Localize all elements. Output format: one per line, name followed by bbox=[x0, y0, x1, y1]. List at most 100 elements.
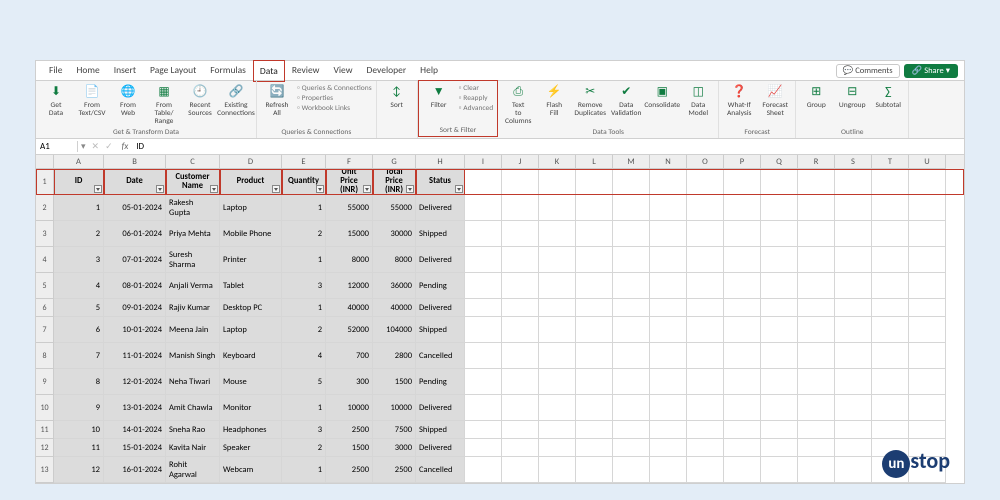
ribbon-properties[interactable]: ▫Properties bbox=[297, 94, 372, 103]
empty-cell[interactable] bbox=[465, 369, 502, 395]
empty-cell[interactable] bbox=[539, 369, 576, 395]
ribbon-from-table-range[interactable]: ▦FromTable/ Range bbox=[148, 84, 180, 126]
table-cell[interactable]: Manish Singh bbox=[166, 343, 220, 369]
empty-cell[interactable] bbox=[465, 195, 502, 221]
table-cell[interactable]: 55000 bbox=[326, 195, 373, 221]
row-header-10[interactable]: 10 bbox=[36, 395, 54, 421]
menu-data[interactable]: Data bbox=[253, 60, 285, 82]
table-cell[interactable]: Cancelled bbox=[416, 457, 465, 483]
table-cell[interactable]: 300 bbox=[326, 369, 373, 395]
empty-cell[interactable] bbox=[798, 195, 835, 221]
empty-cell[interactable] bbox=[613, 369, 650, 395]
empty-cell[interactable] bbox=[650, 195, 687, 221]
table-header-date[interactable]: Date bbox=[104, 169, 166, 195]
comments-button[interactable]: 💬 Comments bbox=[836, 64, 900, 78]
ribbon-workbook-links[interactable]: ▫Workbook Links bbox=[297, 104, 372, 113]
table-cell[interactable]: 3 bbox=[282, 273, 326, 299]
table-cell[interactable]: Anjali Verma bbox=[166, 273, 220, 299]
table-cell[interactable]: 8000 bbox=[373, 247, 416, 273]
filter-dropdown-icon[interactable] bbox=[94, 185, 102, 193]
col-header-S[interactable]: S bbox=[835, 155, 872, 169]
empty-cell[interactable] bbox=[687, 369, 724, 395]
empty-cell[interactable] bbox=[576, 395, 613, 421]
table-cell[interactable]: Delivered bbox=[416, 439, 465, 457]
empty-cell[interactable] bbox=[576, 299, 613, 317]
empty-cell[interactable] bbox=[650, 273, 687, 299]
table-cell[interactable]: Webcam bbox=[220, 457, 282, 483]
empty-cell[interactable] bbox=[576, 317, 613, 343]
empty-cell[interactable] bbox=[724, 317, 761, 343]
empty-cell[interactable] bbox=[761, 439, 798, 457]
empty-cell[interactable] bbox=[835, 195, 872, 221]
empty-cell[interactable] bbox=[872, 343, 909, 369]
col-header-C[interactable]: C bbox=[166, 155, 220, 169]
row-header-7[interactable]: 7 bbox=[36, 317, 54, 343]
col-header-K[interactable]: K bbox=[539, 155, 576, 169]
table-cell[interactable]: Rajiv Kumar bbox=[166, 299, 220, 317]
table-cell[interactable]: 1 bbox=[282, 299, 326, 317]
share-button[interactable]: 🔗 Share ▾ bbox=[904, 64, 958, 78]
menu-home[interactable]: Home bbox=[69, 60, 106, 82]
table-cell[interactable]: Rohit Agarwal bbox=[166, 457, 220, 483]
row-header-1[interactable]: 1 bbox=[36, 169, 54, 195]
empty-cell[interactable] bbox=[872, 195, 909, 221]
empty-cell[interactable] bbox=[465, 317, 502, 343]
ribbon-from-text-csv[interactable]: 📄FromText/CSV bbox=[76, 84, 108, 118]
empty-cell[interactable] bbox=[613, 395, 650, 421]
empty-cell[interactable] bbox=[539, 317, 576, 343]
empty-cell[interactable] bbox=[835, 299, 872, 317]
empty-cell[interactable] bbox=[465, 169, 502, 195]
table-cell[interactable]: 3000 bbox=[373, 439, 416, 457]
empty-cell[interactable] bbox=[835, 421, 872, 439]
table-cell[interactable]: 15000 bbox=[326, 221, 373, 247]
empty-cell[interactable] bbox=[650, 221, 687, 247]
table-cell[interactable]: 2 bbox=[282, 439, 326, 457]
table-cell[interactable]: 08-01-2024 bbox=[104, 273, 166, 299]
empty-cell[interactable] bbox=[539, 421, 576, 439]
empty-cell[interactable] bbox=[909, 221, 946, 247]
table-cell[interactable]: 4 bbox=[282, 343, 326, 369]
table-cell[interactable]: 52000 bbox=[326, 317, 373, 343]
ribbon-filter[interactable]: ▼Filter bbox=[423, 84, 455, 110]
empty-cell[interactable] bbox=[613, 169, 650, 195]
ribbon-queries-connections[interactable]: ▫Queries & Connections bbox=[297, 84, 372, 93]
table-cell[interactable]: Delivered bbox=[416, 395, 465, 421]
empty-cell[interactable] bbox=[650, 369, 687, 395]
table-cell[interactable]: 9 bbox=[54, 395, 104, 421]
empty-cell[interactable] bbox=[502, 369, 539, 395]
empty-cell[interactable] bbox=[465, 299, 502, 317]
ribbon-group[interactable]: ⊞Group bbox=[800, 84, 832, 110]
empty-cell[interactable] bbox=[576, 273, 613, 299]
empty-cell[interactable] bbox=[909, 273, 946, 299]
table-cell[interactable]: Delivered bbox=[416, 247, 465, 273]
table-cell[interactable]: Kavita Nair bbox=[166, 439, 220, 457]
empty-cell[interactable] bbox=[798, 169, 835, 195]
table-cell[interactable]: 11-01-2024 bbox=[104, 343, 166, 369]
empty-cell[interactable] bbox=[761, 247, 798, 273]
empty-cell[interactable] bbox=[835, 439, 872, 457]
table-cell[interactable]: Mobile Phone bbox=[220, 221, 282, 247]
empty-cell[interactable] bbox=[872, 369, 909, 395]
row-header-4[interactable]: 4 bbox=[36, 247, 54, 273]
empty-cell[interactable] bbox=[539, 439, 576, 457]
table-cell[interactable]: Shipped bbox=[416, 221, 465, 247]
empty-cell[interactable] bbox=[687, 457, 724, 483]
empty-cell[interactable] bbox=[761, 369, 798, 395]
table-cell[interactable]: 1500 bbox=[373, 369, 416, 395]
table-cell[interactable]: 12000 bbox=[326, 273, 373, 299]
table-header-product[interactable]: Product bbox=[220, 169, 282, 195]
empty-cell[interactable] bbox=[576, 369, 613, 395]
table-cell[interactable]: 13-01-2024 bbox=[104, 395, 166, 421]
empty-cell[interactable] bbox=[798, 299, 835, 317]
table-cell[interactable]: 1 bbox=[282, 457, 326, 483]
empty-cell[interactable] bbox=[502, 317, 539, 343]
empty-cell[interactable] bbox=[502, 169, 539, 195]
col-header-B[interactable]: B bbox=[104, 155, 166, 169]
table-cell[interactable]: Delivered bbox=[416, 195, 465, 221]
empty-cell[interactable] bbox=[798, 421, 835, 439]
empty-cell[interactable] bbox=[835, 369, 872, 395]
ribbon-from-web[interactable]: 🌐FromWeb bbox=[112, 84, 144, 118]
table-cell[interactable]: 40000 bbox=[326, 299, 373, 317]
ribbon-data-validation[interactable]: ✔DataValidation bbox=[610, 84, 642, 118]
table-cell[interactable]: 2 bbox=[54, 221, 104, 247]
